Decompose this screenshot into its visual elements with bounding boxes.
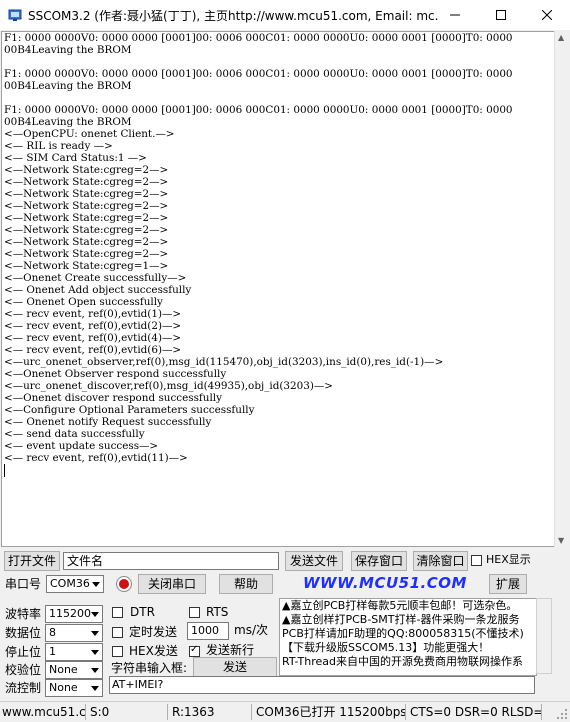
hex-display-checkbox[interactable] [471, 555, 482, 566]
status-bar: www.mcu51.com S:0 R:1363 COM36已打开 115200… [0, 701, 570, 722]
ad-scrollbar[interactable] [536, 598, 552, 674]
interval-input[interactable]: 1000 [187, 622, 229, 640]
send-file-button[interactable]: 发送文件 [285, 551, 343, 571]
receive-area[interactable]: F1: 0000 0000V0: 0000 0000 [0001]00: 000… [1, 31, 555, 547]
chevron-down-icon [88, 662, 102, 678]
flow-control-label: 流控制 [5, 681, 42, 695]
site-logo[interactable]: WWW.MCU51.COM [303, 574, 467, 592]
minimize-button[interactable] [432, 0, 478, 30]
text-caret [4, 464, 5, 477]
data-bits-value: 8 [49, 626, 56, 639]
rts-checkbox[interactable] [189, 607, 200, 618]
data-bits-label: 数据位 [5, 626, 42, 640]
send-input[interactable]: AT+IMEI? [109, 676, 535, 694]
send-newline-checkbox[interactable] [189, 644, 200, 657]
clear-window-button[interactable]: 清除窗口 [413, 551, 468, 571]
input-label: 字符串输入框: [111, 661, 188, 675]
close-icon [542, 10, 552, 20]
rts-label: RTS [206, 605, 229, 619]
ad-line[interactable]: RT-Thread来自中国的开源免费商用物联网操作系 [280, 655, 536, 669]
chevron-down-icon [88, 680, 102, 696]
close-button[interactable] [524, 0, 570, 30]
expand-button[interactable]: 扩展 [489, 574, 527, 594]
scroll-up-icon[interactable]: ▲ [558, 33, 564, 42]
receive-text: F1: 0000 0000V0: 0000 0000 [0001]00: 000… [4, 32, 513, 464]
send-button[interactable]: 发送 [193, 657, 277, 677]
data-bits-select[interactable]: 8 [45, 624, 103, 642]
hex-display-label: HEX显示 [486, 553, 531, 566]
help-button[interactable]: 帮助 [219, 574, 273, 594]
chevron-down-icon [88, 606, 102, 622]
port-select[interactable]: COM36 [46, 575, 104, 593]
port-label: 串口号 [5, 577, 42, 591]
flow-control-select[interactable]: None [45, 679, 103, 697]
dtr-label: DTR [130, 605, 155, 619]
scroll-down-icon[interactable]: ▼ [558, 536, 564, 545]
ad-line[interactable]: ▲嘉立创样打PCB-SMT打样-器件采购一条龙服务 [280, 613, 536, 627]
stop-bits-value: 1 [49, 645, 56, 658]
status-sent-count: S:0 [88, 704, 168, 720]
hex-send-label: HEX发送 [129, 644, 178, 658]
flow-control-value: None [49, 681, 78, 694]
close-port-button[interactable]: 关闭串口 [138, 574, 206, 594]
dtr-checkbox[interactable] [112, 607, 123, 618]
chevron-down-icon [88, 644, 102, 660]
maximize-icon [496, 10, 506, 20]
ad-line[interactable]: 【下载升级版SSCOM5.13】功能更强大！ [280, 641, 536, 655]
stop-bits-select[interactable]: 1 [45, 643, 103, 661]
resize-grip-icon[interactable] [556, 708, 568, 720]
parity-value: None [49, 663, 78, 676]
app-icon [8, 9, 22, 21]
save-window-button[interactable]: 保存窗口 [351, 551, 407, 571]
port-value: COM36 [50, 577, 90, 590]
baud-value: 115200 [49, 607, 91, 620]
stop-bits-label: 停止位 [5, 645, 42, 659]
ad-panel[interactable]: ▲嘉立创PCB打样每款5元顺丰包邮！可选杂色。 ▲嘉立创样打PCB-SMT打样-… [279, 598, 537, 676]
title-bar: SSCOM3.2 (作者:聂小猛(丁丁), 主页http://www.mcu51… [0, 0, 570, 30]
chevron-down-icon [89, 576, 103, 592]
status-signals: CTS=0 DSR=0 RLSD=0 [410, 704, 542, 720]
parity-select[interactable]: None [45, 661, 103, 679]
send-newline-label: 发送新行 [206, 643, 255, 657]
baud-select[interactable]: 115200 [45, 605, 103, 623]
file-name-field[interactable]: 文件名 [63, 552, 279, 570]
status-site: www.mcu51.com [2, 704, 86, 720]
open-file-button[interactable]: 打开文件 [4, 551, 60, 571]
maximize-button[interactable] [478, 0, 524, 30]
hex-send-checkbox[interactable] [112, 646, 123, 657]
baud-label: 波特率 [5, 607, 42, 621]
status-port-state: COM36已打开 115200bps [256, 704, 406, 720]
vertical-scrollbar[interactable]: ▲ ▼ [554, 31, 570, 547]
ad-line[interactable]: PCB打样请加F助理的QQ:800058315(不懂技术) [280, 627, 536, 641]
window-title: SSCOM3.2 (作者:聂小猛(丁丁), 主页http://www.mcu51… [28, 9, 438, 23]
timed-send-checkbox[interactable] [112, 627, 123, 638]
port-status-icon [116, 576, 132, 592]
ad-line[interactable]: ▲嘉立创PCB打样每款5元顺丰包邮！可选杂色。 [280, 599, 536, 613]
interval-unit-label: ms/次 [234, 623, 268, 637]
timed-send-label: 定时发送 [129, 625, 178, 639]
status-recv-count: R:1363 [170, 704, 252, 720]
parity-label: 校验位 [5, 663, 42, 677]
chevron-down-icon [88, 625, 102, 641]
minimize-icon [450, 14, 460, 16]
